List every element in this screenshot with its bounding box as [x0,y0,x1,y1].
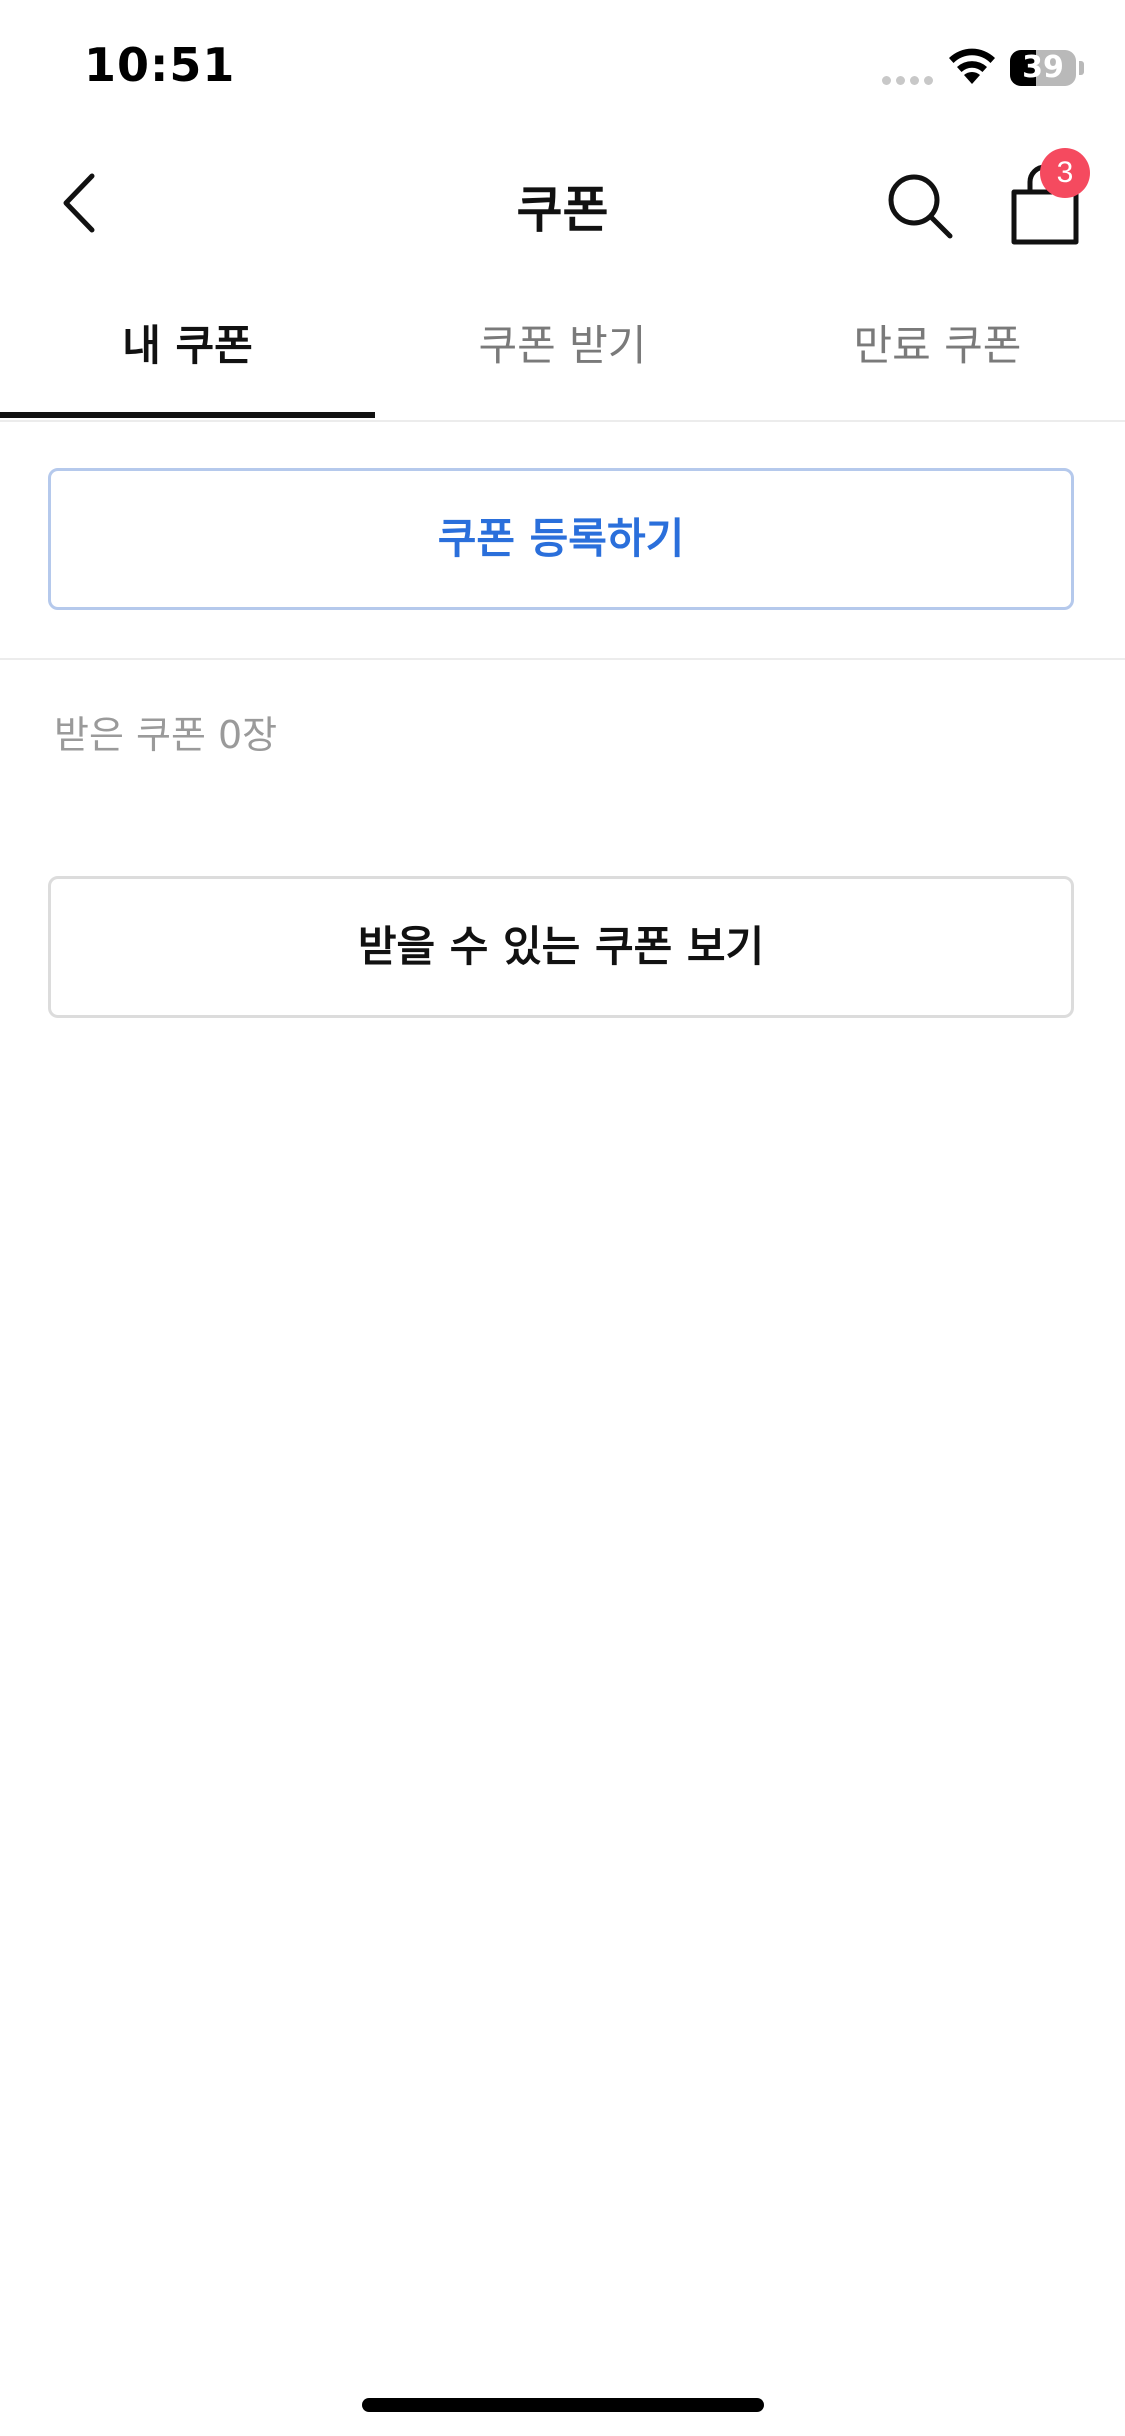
view-available-coupons-button[interactable]: 받을 수 있는 쿠폰 보기 [48,876,1074,1018]
register-coupon-button[interactable]: 쿠폰 등록하기 [48,468,1074,610]
coupon-count-text: 받은 쿠폰 0장 [54,713,278,757]
nav-header: 쿠폰 [0,140,1125,270]
status-bar: 10:51 39 [0,0,1125,140]
battery-percentage: 39 [1022,50,1064,85]
home-indicator[interactable] [362,2398,764,2412]
tab-bar: 내 쿠폰 쿠폰 받기 만료 쿠폰 [0,296,1125,422]
cellular-signal-icon [882,76,934,86]
tab-my-coupons[interactable]: 내 쿠폰 [0,296,375,416]
search-icon[interactable] [880,166,960,246]
battery-tip [1079,61,1084,75]
tab-get-coupons[interactable]: 쿠폰 받기 [375,296,750,416]
tab-expired-coupons[interactable]: 만료 쿠폰 [750,296,1125,416]
status-time: 10:51 [84,38,236,92]
cart-badge: 3 [1040,148,1090,198]
battery-icon: 39 [1010,50,1076,86]
active-tab-indicator [0,412,375,418]
section-divider [0,658,1125,660]
wifi-icon [949,48,995,84]
